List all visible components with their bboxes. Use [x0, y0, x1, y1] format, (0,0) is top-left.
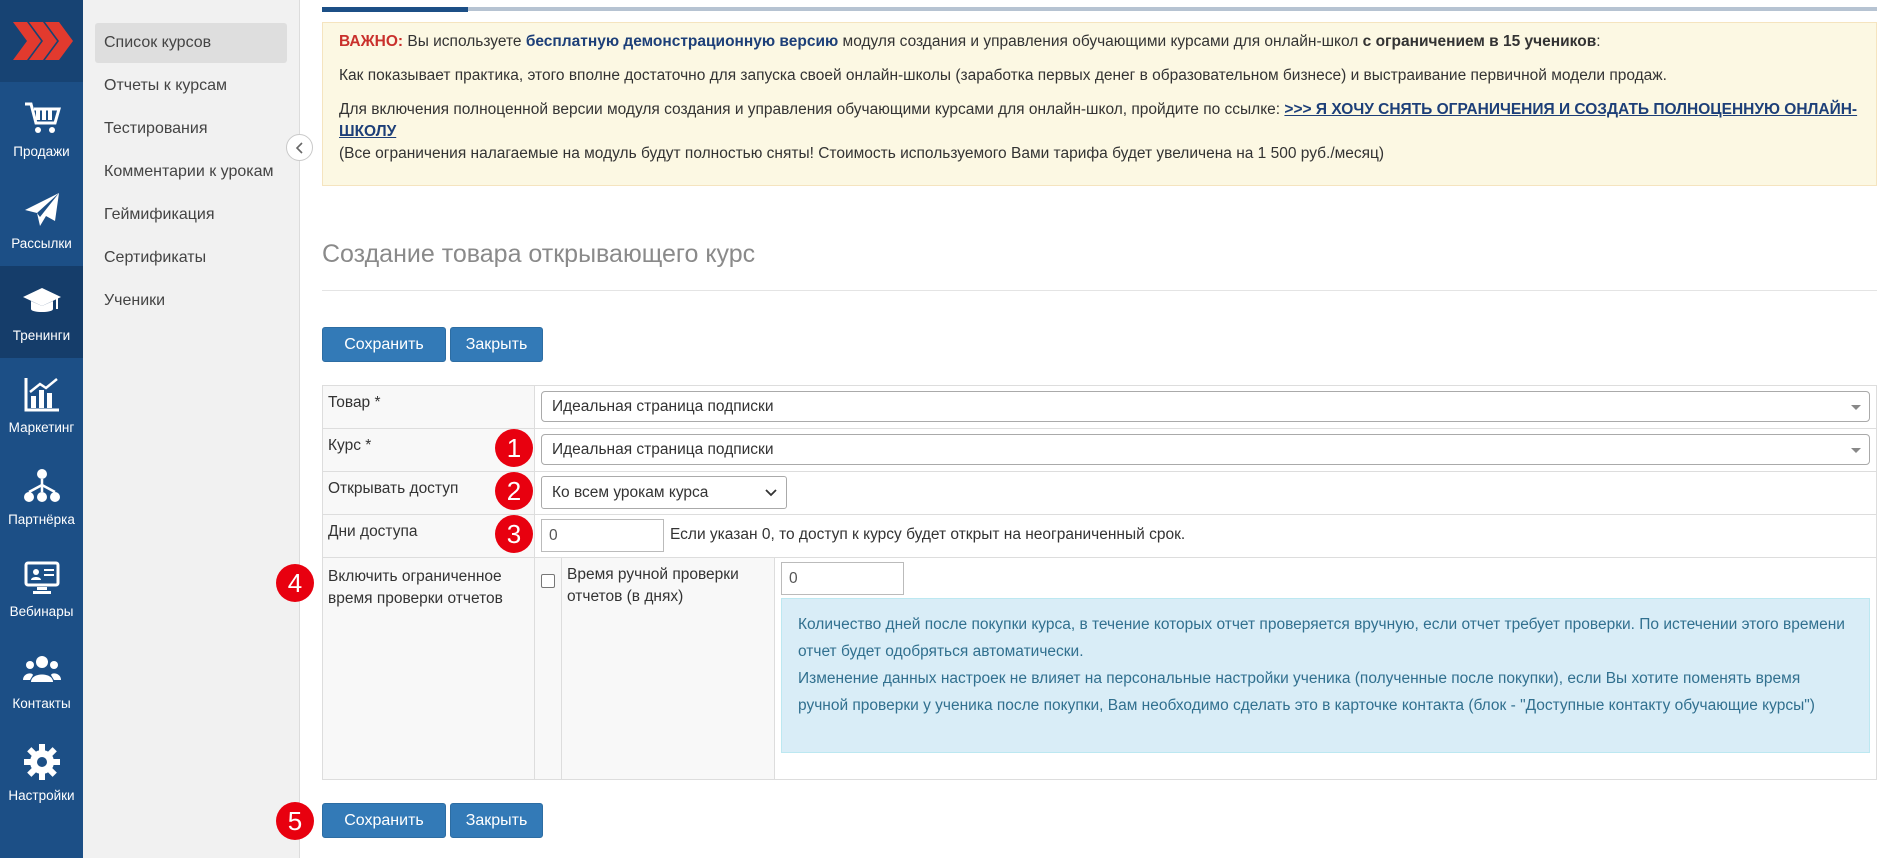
nav-item-mailings[interactable]: Рассылки	[0, 174, 83, 266]
manual-check-info: Количество дней после покупки курса, в т…	[781, 598, 1870, 753]
row-course: Курс * Идеальная страница подписки	[323, 429, 1876, 472]
submenu-item-courses[interactable]: Список курсов	[95, 23, 287, 63]
access-select-value: Ко всем урокам курса	[552, 484, 709, 501]
manual-check-days-label: Время ручной проверки отчетов (в днях)	[562, 558, 775, 779]
submenu-item-certificates[interactable]: Сертификаты	[95, 238, 287, 278]
course-select-value: Идеальная страница подписки	[552, 441, 774, 458]
annotation-badge-3: 3	[495, 515, 533, 553]
alert-line-4: (Все ограничения налагаемые на модуль бу…	[339, 145, 1385, 162]
alert-text: модуля создания и управления обучающими …	[838, 33, 1363, 50]
nav-item-label: Маркетинг	[8, 419, 75, 435]
gear-icon	[23, 743, 60, 780]
submenu-item-students[interactable]: Ученики	[95, 281, 287, 321]
collapse-submenu-button[interactable]	[286, 134, 313, 161]
chevron-down-icon	[765, 489, 777, 497]
page-title: Создание товара открывающего курс	[322, 240, 756, 268]
row-access: Открывать доступ Ко всем урокам курса	[323, 472, 1876, 515]
nav-item-label: Тренинги	[12, 327, 71, 343]
nav-item-label: Продажи	[13, 143, 70, 159]
submenu-item-gamification[interactable]: Геймификация	[95, 195, 287, 235]
logo[interactable]	[0, 0, 83, 82]
row-product: Товар * Идеальная страница подписки	[323, 386, 1876, 429]
alert-limit: с ограничением в 15 учеников	[1362, 33, 1597, 50]
product-select-value: Идеальная страница подписки	[552, 398, 774, 415]
cart-icon	[24, 102, 61, 133]
nav-item-settings[interactable]: Настройки	[0, 726, 83, 818]
annotation-badge-5: 5	[276, 802, 314, 840]
nav-item-contacts[interactable]: Контакты	[0, 634, 83, 726]
product-select[interactable]: Идеальная страница подписки	[541, 391, 1870, 422]
nav-item-label: Партнёрка	[8, 511, 75, 527]
row-control: Время ручной проверки отчетов (в днях) 0…	[535, 558, 1876, 779]
submenu-item-lesson-comments[interactable]: Комментарии к урокам	[95, 152, 287, 192]
webinar-icon	[24, 561, 59, 594]
row-control: Идеальная страница подписки	[535, 429, 1876, 471]
submenu-item-tests[interactable]: Тестирования	[95, 109, 287, 149]
chevron-left-icon	[295, 141, 303, 154]
nav-item-marketing[interactable]: Маркетинг	[0, 358, 83, 450]
close-button-top[interactable]: Закрыть	[450, 327, 543, 362]
access-select[interactable]: Ко всем урокам курса	[541, 476, 787, 509]
alert-line-2: Как показывает практика, этого вполне до…	[339, 67, 1667, 84]
row-control: Идеальная страница подписки	[535, 386, 1876, 428]
info-text-1: Количество дней после покупки курса, в т…	[798, 616, 1845, 660]
logo-chevrons-icon	[12, 22, 73, 60]
row-control: Ко всем урокам курса	[535, 472, 1876, 514]
caret-down-icon	[1851, 448, 1861, 453]
main-nav-rail: Продажи Рассылки Тренинги Маркетинг Парт…	[0, 0, 83, 858]
submenu-item-course-reports[interactable]: Отчеты к курсам	[95, 66, 287, 106]
caret-down-icon	[1851, 405, 1861, 410]
nav-item-label: Настройки	[8, 787, 75, 803]
save-button-bottom[interactable]: Сохранить	[322, 803, 446, 838]
product-label: Товар *	[323, 386, 535, 428]
bar-chart-icon	[24, 377, 59, 411]
row-control: 0 Если указан 0, то доступ к курсу будет…	[535, 515, 1876, 557]
tab-underline	[322, 7, 1877, 11]
network-icon	[23, 468, 60, 502]
limited-check-label: Включить ограниченное время проверки отч…	[323, 558, 535, 779]
paper-plane-icon	[24, 192, 59, 226]
close-button-bottom[interactable]: Закрыть	[450, 803, 543, 838]
divider	[322, 290, 1877, 291]
row-limited-check: Включить ограниченное время проверки отч…	[323, 558, 1876, 779]
checkbox-cell	[535, 558, 562, 779]
nav-item-label: Вебинары	[9, 603, 74, 619]
access-days-input[interactable]: 0	[541, 519, 664, 552]
alert-text: Для включения полноценной версии модуля …	[339, 101, 1285, 118]
alert-line-1: ВАЖНО: Вы используете бесплатную демонст…	[339, 31, 1860, 53]
info-text-2: Изменение данных настроек не влияет на п…	[798, 670, 1815, 714]
alert-text: Вы используете	[403, 33, 526, 50]
annotation-badge-2: 2	[495, 472, 533, 510]
alert-line-3: Для включения полноценной версии модуля …	[339, 99, 1860, 143]
manual-check-days-input[interactable]: 0	[781, 562, 904, 595]
main-content: ВАЖНО: Вы используете бесплатную демонст…	[322, 0, 1877, 858]
demo-warning-alert: ВАЖНО: Вы используете бесплатную демонст…	[322, 22, 1877, 186]
alert-text: :	[1596, 33, 1601, 50]
nav-item-label: Контакты	[12, 695, 71, 711]
nav-item-partners[interactable]: Партнёрка	[0, 450, 83, 542]
access-days-hint: Если указан 0, то доступ к курсу будет о…	[670, 526, 1186, 543]
limited-check-checkbox[interactable]	[541, 574, 555, 588]
course-product-form: Товар * Идеальная страница подписки Курс…	[322, 385, 1877, 780]
course-select[interactable]: Идеальная страница подписки	[541, 434, 1870, 465]
manual-check-control: 0 Количество дней после покупки курса, в…	[775, 558, 1876, 779]
nav-item-webinars[interactable]: Вебинары	[0, 542, 83, 634]
users-icon	[22, 655, 61, 682]
row-days: Дни доступа 0 Если указан 0, то доступ к…	[323, 515, 1876, 558]
trainings-submenu: Список курсов Отчеты к курсам Тестирован…	[83, 0, 300, 858]
annotation-badge-1: 1	[495, 429, 533, 467]
alert-demo-version: бесплатную демонстрационную версию	[525, 33, 839, 50]
graduation-cap-icon	[22, 287, 61, 312]
nav-item-sales[interactable]: Продажи	[0, 82, 83, 174]
alert-important: ВАЖНО:	[339, 33, 404, 50]
save-button-top[interactable]: Сохранить	[322, 327, 446, 362]
tab-underline-active	[322, 7, 468, 12]
annotation-badge-4: 4	[276, 564, 314, 602]
nav-item-label: Рассылки	[11, 235, 72, 251]
nav-item-trainings[interactable]: Тренинги	[0, 266, 83, 358]
